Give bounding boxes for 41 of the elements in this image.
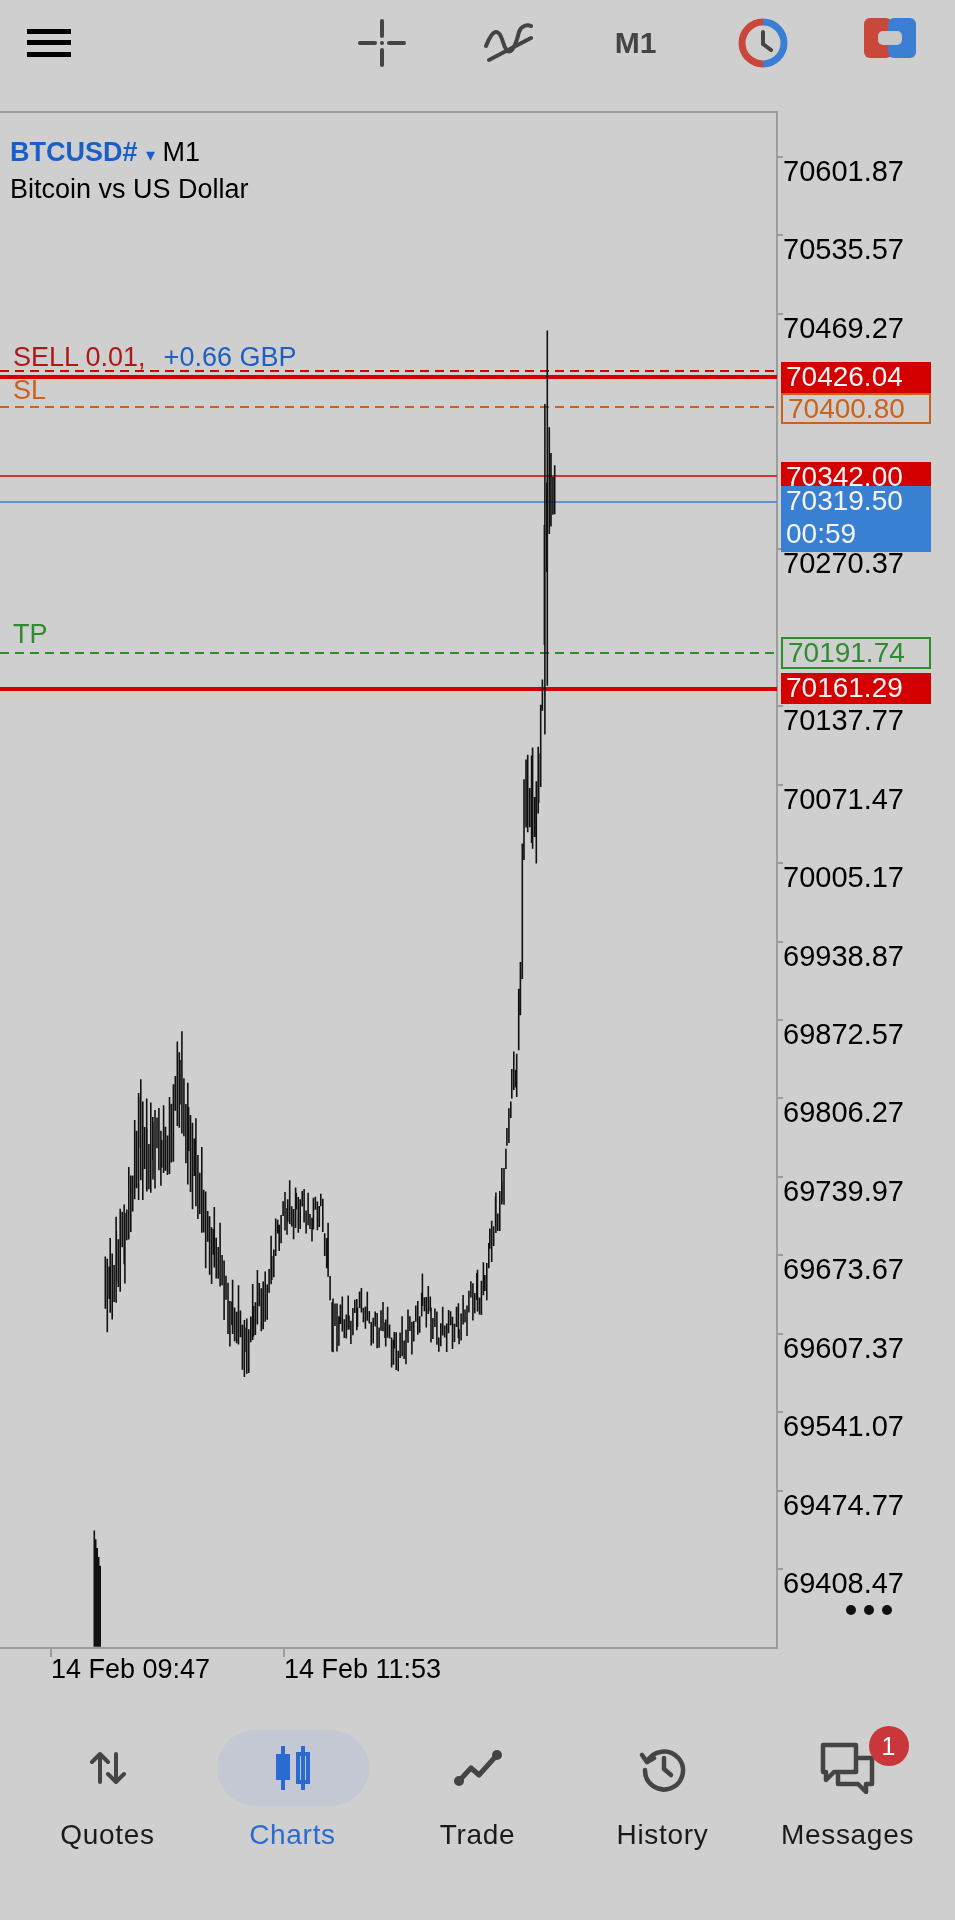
price-tick-label: 69806.27: [783, 1096, 904, 1129]
price-tick-label: 69938.87: [783, 939, 904, 972]
period-label: M1: [162, 136, 201, 169]
price-tick-label: 70535.57: [783, 233, 904, 266]
timeframe-button[interactable]: M1: [614, 17, 657, 68]
trade-toggle-icon[interactable]: [863, 17, 916, 58]
line-tag: SL: [13, 374, 47, 406]
price-tick-label: 69872.57: [783, 1017, 904, 1050]
price-label: 70426.04: [781, 362, 931, 394]
order-label: SELL 0.01,: [13, 341, 146, 374]
symbol-description: Bitcoin vs US Dollar: [10, 173, 249, 206]
nav-tab[interactable]: Quotes: [15, 1730, 200, 1870]
price-tick-label: 69607.37: [783, 1331, 904, 1364]
nav-tab[interactable]: History: [570, 1730, 755, 1870]
line-chart-icon: [452, 1748, 503, 1788]
price-tick-label: 69408.47: [783, 1567, 904, 1600]
nav-tab[interactable]: Trade: [385, 1730, 570, 1870]
price-tick-label: 69474.77: [783, 1488, 904, 1521]
price-tick-label: 70601.87: [783, 155, 904, 187]
price-tick-label: 70137.77: [783, 704, 904, 737]
price-tick-label: 70469.27: [783, 311, 904, 344]
price-tick-label: 69739.97: [783, 1174, 904, 1207]
caret-icon[interactable]: ▾: [145, 142, 155, 169]
bid-price-label: 70319.50 00:59: [781, 486, 931, 552]
crosshair-icon[interactable]: [356, 17, 407, 68]
time-tick-label: 14 Feb 11:53: [284, 1654, 442, 1684]
price-label: 70400.80: [781, 393, 931, 424]
price-tick-label: 69541.07: [783, 1410, 904, 1443]
price-label: 70161.29: [781, 673, 931, 704]
notification-badge: 1: [868, 1726, 909, 1766]
price-label: 70191.74: [781, 637, 931, 669]
line-tag: TP: [13, 618, 48, 650]
more-icon[interactable]: [845, 1604, 893, 1616]
messages-icon: [819, 1742, 876, 1794]
time-tick-label: 14 Feb 09:47: [51, 1654, 211, 1684]
clock-icon[interactable]: [737, 17, 788, 68]
price-tick-label: 70005.17: [783, 861, 904, 894]
symbol-name[interactable]: BTCUSD#: [10, 132, 138, 173]
profit-label: +0.66 GBP: [163, 341, 297, 374]
price-tick-label: 69673.67: [783, 1253, 904, 1286]
price-tick-label: 70071.47: [783, 782, 904, 815]
